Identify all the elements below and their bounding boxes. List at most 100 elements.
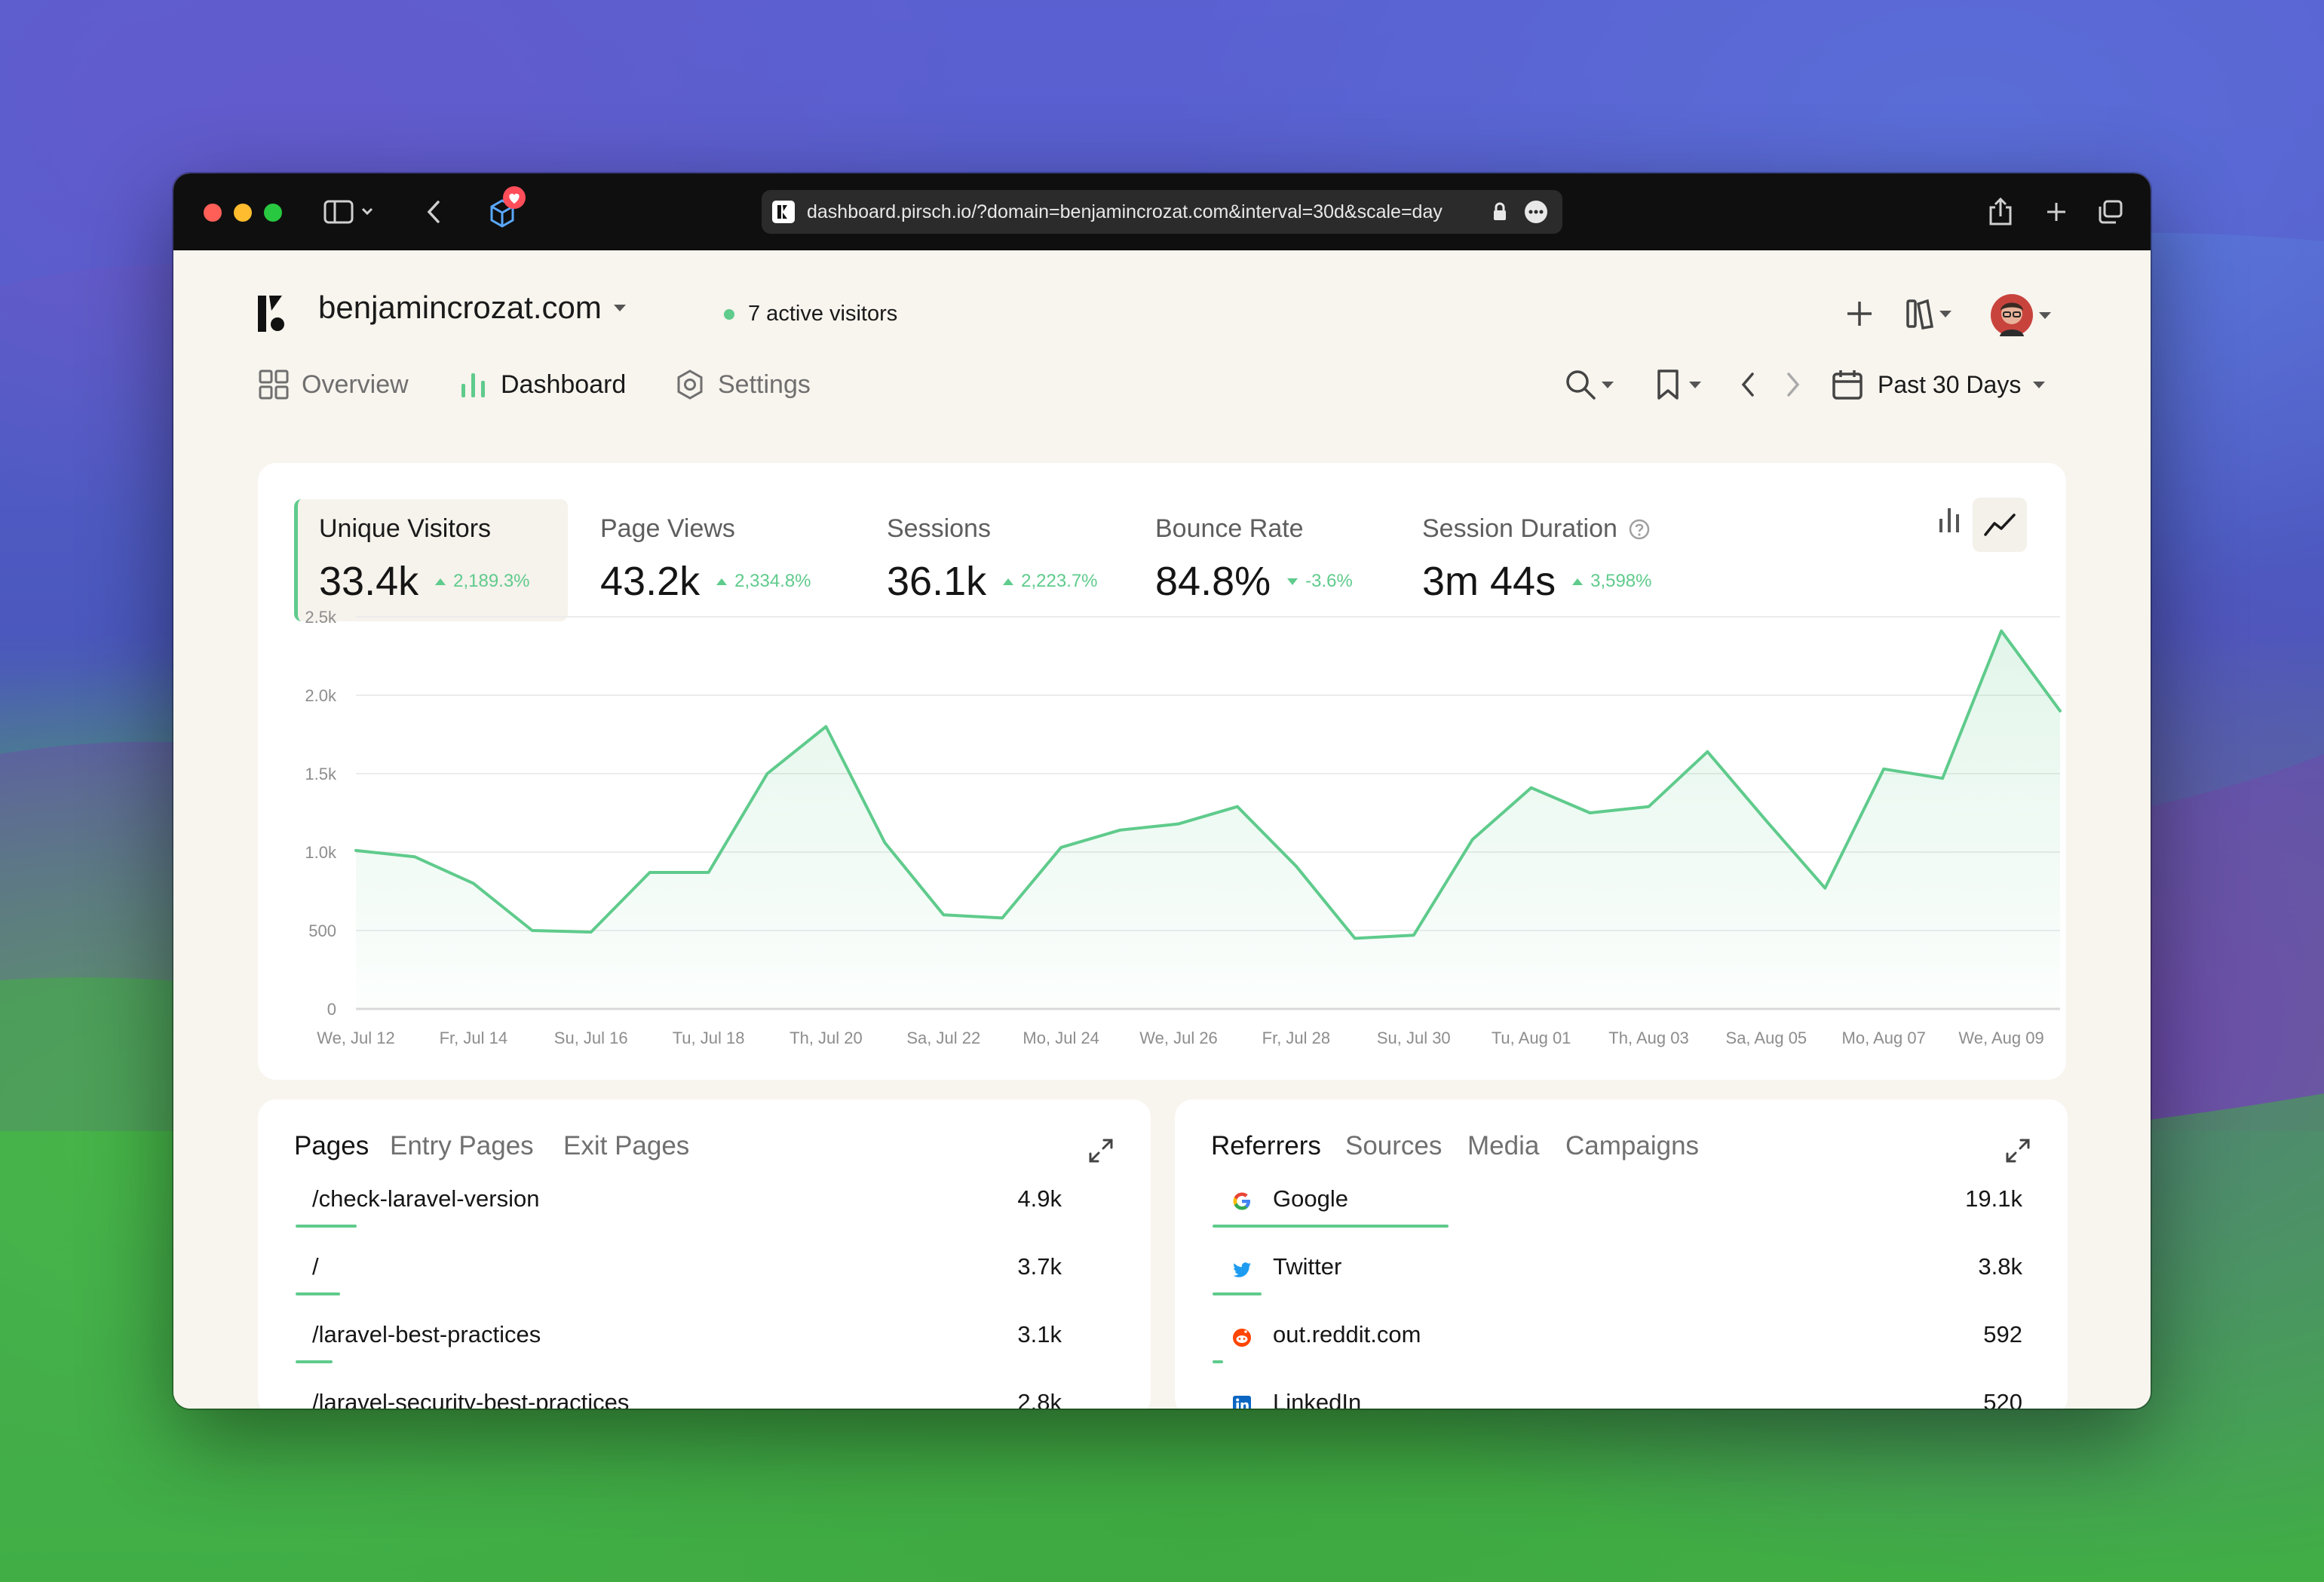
address-bar[interactable]: dashboard.pirsch.io/?domain=benjamincroz… xyxy=(762,190,1562,234)
back-button[interactable] xyxy=(415,195,452,229)
referrer-row[interactable]: LinkedIn 520 xyxy=(1213,1378,2034,1409)
data-point[interactable] xyxy=(995,910,1010,925)
data-point[interactable] xyxy=(1817,881,1832,896)
tab-pages[interactable]: Pages xyxy=(294,1131,369,1161)
data-point[interactable] xyxy=(1289,859,1304,874)
x-tick-label: We, Jul 12 xyxy=(317,1029,395,1047)
data-point[interactable] xyxy=(525,923,540,938)
bookmark-button[interactable] xyxy=(1653,366,1713,403)
reddit-icon xyxy=(1229,1324,1255,1350)
data-point[interactable] xyxy=(1583,805,1598,820)
page-path: /laravel-security-best-practices xyxy=(312,1389,630,1409)
nav-dashboard[interactable]: Dashboard xyxy=(458,363,626,406)
referrer-row[interactable]: Google 19.1k xyxy=(1213,1175,2034,1241)
data-point[interactable] xyxy=(1700,744,1715,759)
tab-overview-button[interactable] xyxy=(2093,195,2128,229)
data-point[interactable] xyxy=(407,849,422,864)
data-point[interactable] xyxy=(1230,799,1245,814)
data-point[interactable] xyxy=(1406,927,1421,943)
data-point[interactable] xyxy=(1876,762,1891,777)
share-button[interactable] xyxy=(1983,195,2018,229)
previous-period-button[interactable] xyxy=(1736,369,1761,400)
chevron-down-icon xyxy=(2039,311,2051,319)
add-button[interactable] xyxy=(1844,299,1875,329)
x-tick-label: We, Jul 26 xyxy=(1139,1029,1218,1047)
referrer-row[interactable]: out.reddit.com 592 xyxy=(1213,1311,2034,1377)
minimize-window-button[interactable] xyxy=(234,204,252,222)
zoom-window-button[interactable] xyxy=(264,204,282,222)
plus-icon xyxy=(2047,203,2065,221)
page-row[interactable]: /check-laravel-version 4.9k xyxy=(296,1175,1080,1241)
data-point[interactable] xyxy=(1053,840,1068,855)
data-point[interactable] xyxy=(701,865,716,880)
page-row[interactable]: /laravel-security-best-practices 2.8k xyxy=(296,1378,1080,1409)
x-tick-label: Sa, Jul 22 xyxy=(906,1029,980,1047)
tab-campaigns[interactable]: Campaigns xyxy=(1565,1131,1699,1161)
data-point[interactable] xyxy=(1758,813,1774,828)
tabs-icon xyxy=(2099,200,2123,224)
page-path: / xyxy=(312,1253,319,1280)
google-icon xyxy=(1229,1188,1255,1214)
period-selector[interactable]: Past 30 Days xyxy=(1831,365,2046,404)
data-point[interactable] xyxy=(1112,823,1127,838)
data-point[interactable] xyxy=(1935,771,1950,786)
extension-button[interactable] xyxy=(468,184,535,240)
data-point[interactable] xyxy=(936,907,951,922)
active-visitors[interactable]: 7 active visitors xyxy=(724,302,897,327)
data-point[interactable] xyxy=(1524,780,1539,796)
browser-toolbar: dashboard.pirsch.io/?domain=benjamincroz… xyxy=(173,173,2151,250)
sidebar-toggle-button[interactable] xyxy=(320,195,380,229)
tab-sources[interactable]: Sources xyxy=(1345,1131,1442,1161)
x-tick-label: Tu, Jul 18 xyxy=(673,1029,745,1047)
search-icon xyxy=(1566,370,1596,400)
tab-referrers[interactable]: Referrers xyxy=(1211,1131,1321,1161)
user-menu[interactable] xyxy=(1991,293,2054,338)
data-point[interactable] xyxy=(818,719,833,734)
chevron-down-icon xyxy=(1689,381,1701,388)
page-row[interactable]: / 3.7k xyxy=(296,1243,1080,1309)
expand-icon[interactable] xyxy=(1086,1136,1116,1166)
next-period-button[interactable] xyxy=(1780,369,1805,400)
tab-entry-pages[interactable]: Entry Pages xyxy=(390,1131,534,1161)
calendar-icon xyxy=(1832,370,1863,400)
data-point[interactable] xyxy=(1171,817,1186,832)
search-filter-button[interactable] xyxy=(1564,366,1624,403)
data-point[interactable] xyxy=(1465,832,1480,847)
grid-icon xyxy=(259,369,289,400)
nav-overview-label: Overview xyxy=(302,369,409,399)
data-point[interactable] xyxy=(642,865,658,880)
data-point[interactable] xyxy=(1641,799,1656,814)
site-selector[interactable]: benjamincrozat.com xyxy=(318,290,626,326)
series-area xyxy=(356,630,2060,1009)
nav-overview[interactable]: Overview xyxy=(258,363,409,406)
share-icon xyxy=(1989,197,2012,225)
share-bar xyxy=(1213,1225,1449,1228)
page-row[interactable]: /laravel-best-practices 3.1k xyxy=(296,1311,1080,1377)
data-point[interactable] xyxy=(877,835,892,851)
pirsch-dashboard: benjamincrozat.com 7 active visitors Ove… xyxy=(173,250,2151,1409)
data-point[interactable] xyxy=(466,876,481,891)
tab-exit-pages[interactable]: Exit Pages xyxy=(563,1131,689,1161)
tab-media[interactable]: Media xyxy=(1467,1131,1539,1161)
browser-window: dashboard.pirsch.io/?domain=benjamincroz… xyxy=(173,173,2151,1409)
data-point[interactable] xyxy=(1347,930,1363,946)
row-count: 4.9k xyxy=(1017,1185,1062,1212)
x-tick-label: Fr, Jul 28 xyxy=(1262,1029,1330,1047)
x-tick-label: Sa, Aug 05 xyxy=(1726,1029,1807,1047)
share-bar xyxy=(1213,1292,1262,1295)
expand-icon[interactable] xyxy=(2003,1136,2033,1166)
linkedin-icon xyxy=(1229,1392,1255,1409)
data-point[interactable] xyxy=(760,766,775,781)
chevron-left-icon xyxy=(1741,373,1754,397)
referrer-name: LinkedIn xyxy=(1273,1389,1362,1409)
row-count: 3.8k xyxy=(1978,1253,2022,1280)
data-point[interactable] xyxy=(348,843,363,858)
more-options-icon[interactable] xyxy=(1523,199,1549,225)
new-tab-button[interactable] xyxy=(2039,195,2074,229)
data-point[interactable] xyxy=(1994,624,2009,639)
close-window-button[interactable] xyxy=(204,204,222,222)
nav-settings[interactable]: Settings xyxy=(674,363,811,406)
theme-selector[interactable] xyxy=(1905,297,1965,330)
data-point[interactable] xyxy=(584,924,599,940)
referrer-row[interactable]: Twitter 3.8k xyxy=(1213,1243,2034,1309)
